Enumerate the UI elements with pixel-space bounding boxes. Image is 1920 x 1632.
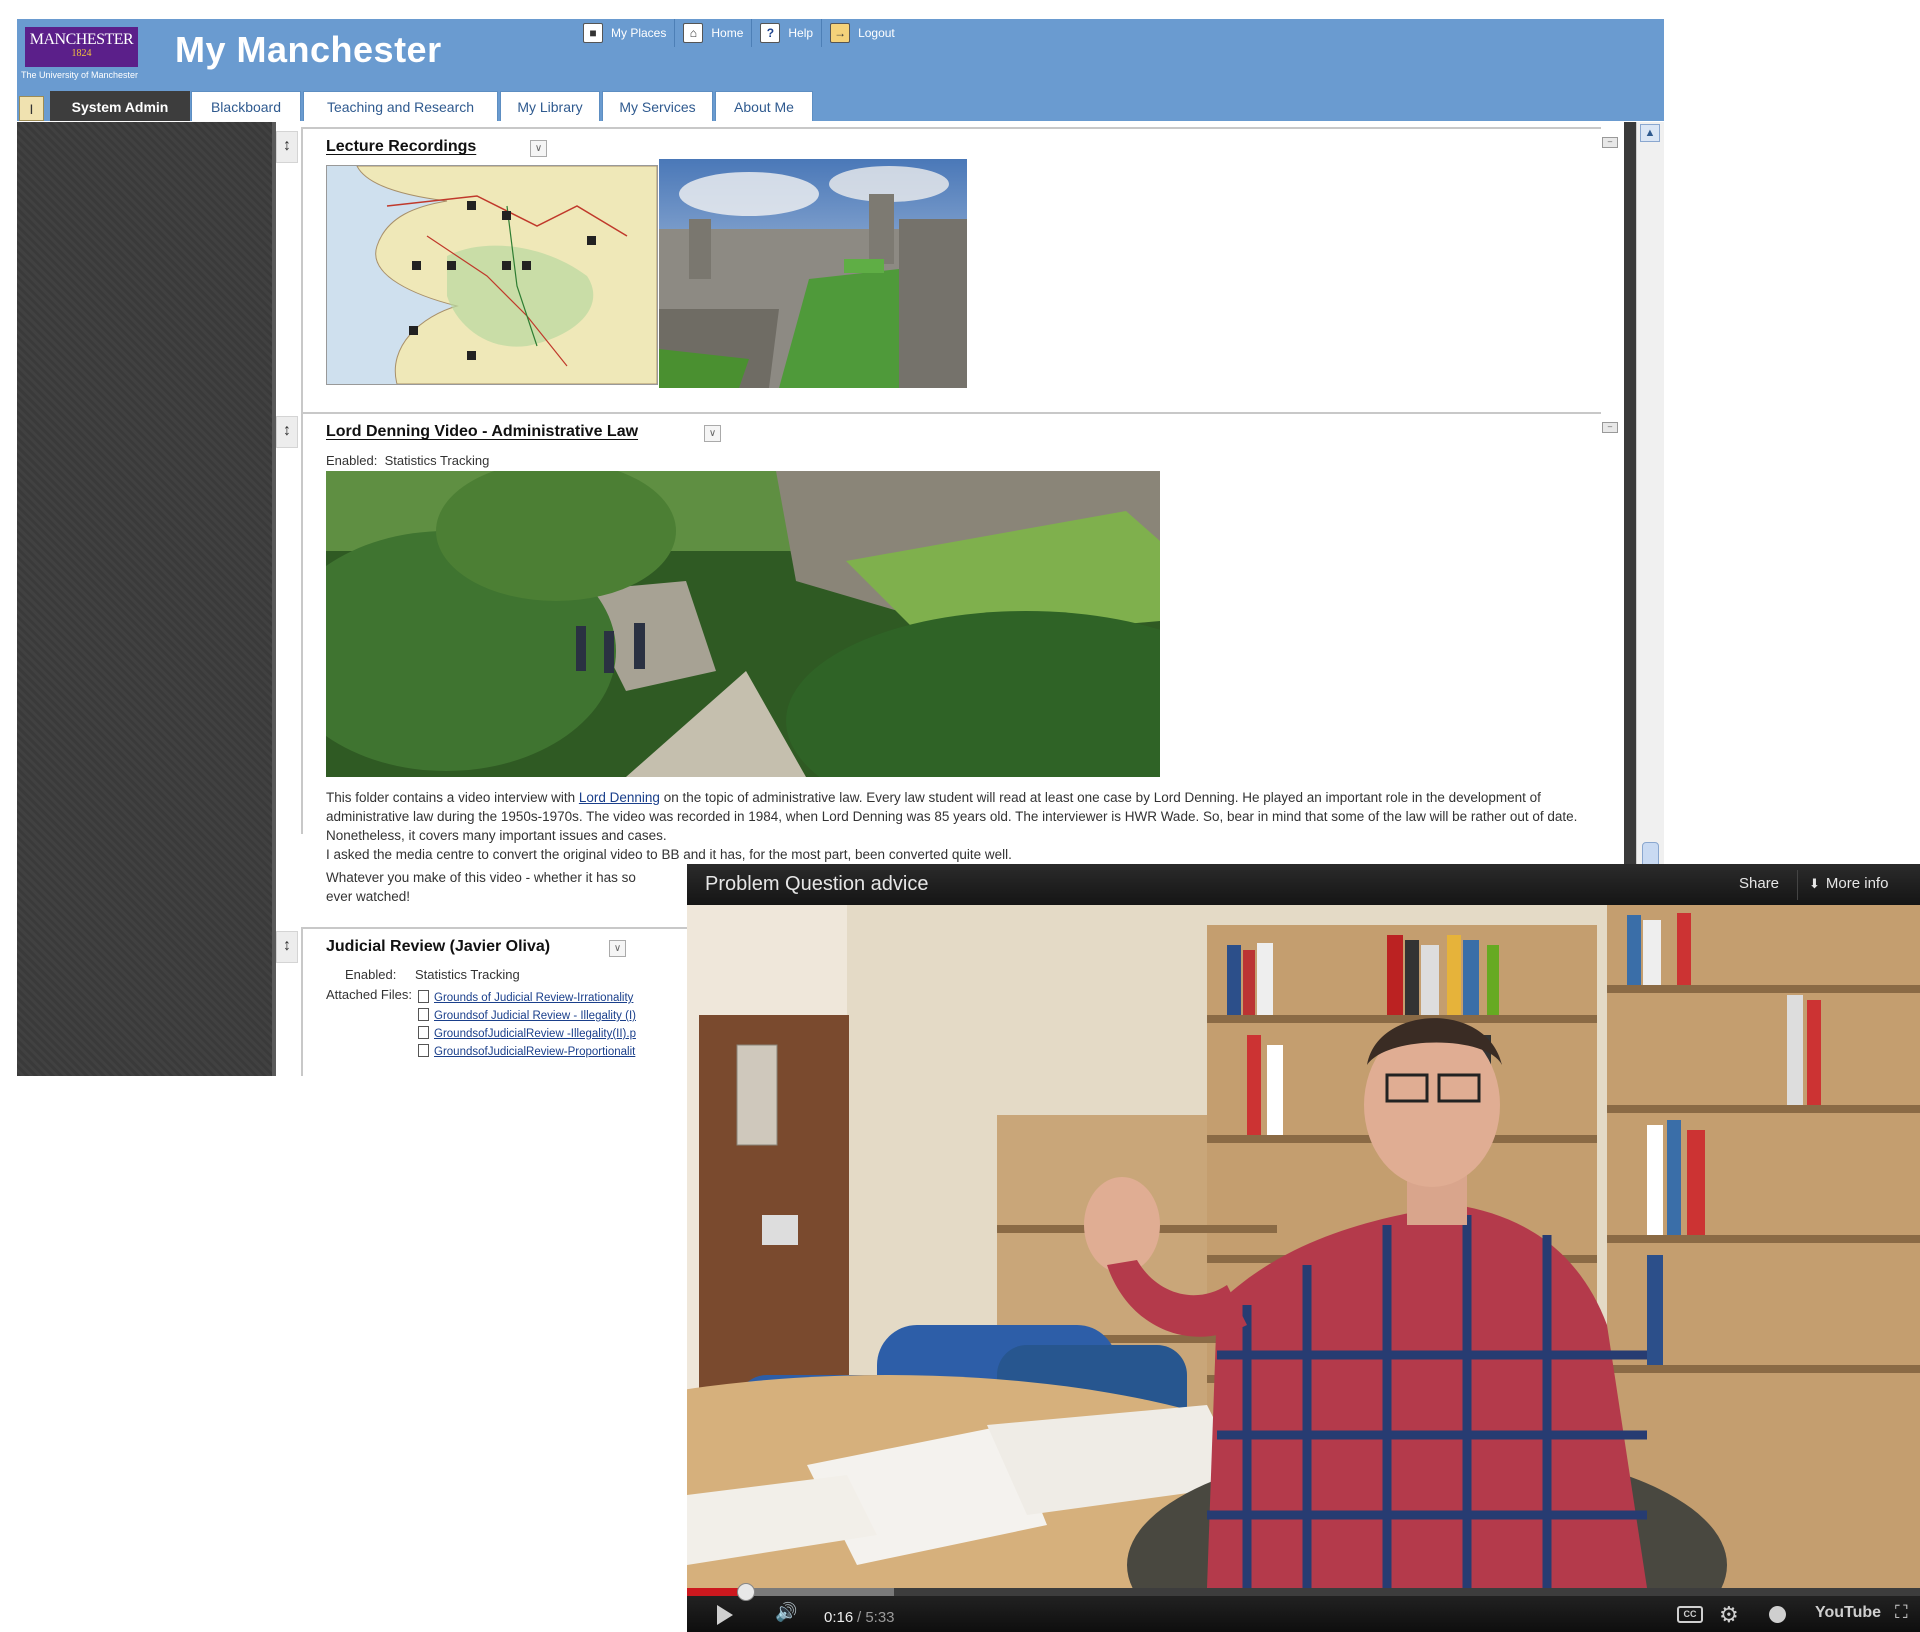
university-logo[interactable]: MANCHESTER 1824 bbox=[25, 27, 138, 67]
settings-icon[interactable]: ⚙ bbox=[1719, 1602, 1739, 1628]
module-menu-icon[interactable]: ∨ bbox=[530, 140, 547, 157]
volume-icon[interactable]: 🔊 bbox=[775, 1602, 797, 1623]
help-icon: ? bbox=[760, 23, 781, 43]
progress-scrubber[interactable] bbox=[737, 1583, 755, 1601]
module-left-border bbox=[301, 412, 303, 834]
module-title[interactable]: Judicial Review (Javier Oliva) bbox=[326, 938, 550, 956]
logout-icon: → bbox=[830, 23, 851, 43]
top-link-label: My Places bbox=[611, 26, 667, 40]
enabled-status: Enabled: Statistics Tracking bbox=[326, 453, 489, 468]
tab-my-services[interactable]: My Services bbox=[602, 91, 713, 121]
file-icon bbox=[418, 1044, 429, 1057]
file-icon bbox=[418, 1008, 429, 1021]
portal-header: MANCHESTER 1824 The University of Manche… bbox=[17, 19, 1664, 89]
tab-blackboard[interactable]: Blackboard bbox=[191, 91, 301, 121]
video-title[interactable]: Problem Question advice bbox=[705, 873, 928, 896]
module-divider bbox=[301, 412, 1601, 414]
time-total: / 5:33 bbox=[857, 1609, 895, 1626]
player-title-bar: Problem Question advice Share ⬇ More info bbox=[687, 864, 1920, 905]
youtube-logo[interactable]: YouTube bbox=[1815, 1604, 1881, 1622]
file-name: Groundsof Judicial Review - Illegality (… bbox=[434, 1010, 636, 1022]
module-divider bbox=[301, 127, 1601, 129]
captions-icon[interactable]: CC bbox=[1677, 1606, 1703, 1623]
tab-teaching-and-research[interactable]: Teaching and Research bbox=[303, 91, 498, 121]
more-info-button[interactable]: ⬇ More info bbox=[1809, 875, 1888, 892]
building-icon: ■ bbox=[583, 23, 603, 43]
top-link-help[interactable]: ? Help bbox=[751, 19, 821, 47]
video-player[interactable]: Problem Question advice Share ⬇ More info bbox=[687, 864, 1920, 1632]
drag-handle-icon[interactable]: ↕ bbox=[276, 931, 298, 963]
attached-file-link[interactable]: GroundsofJudicialReview -Illegality(II).… bbox=[418, 1026, 636, 1040]
attached-files-label: Attached Files: bbox=[326, 987, 412, 1002]
attached-file-link[interactable]: Grounds of Judicial Review-Irrationality bbox=[418, 990, 633, 1004]
description-paragraph-1: This folder contains a video interview w… bbox=[326, 788, 1596, 845]
left-column bbox=[17, 122, 272, 1076]
watch-later-icon[interactable] bbox=[1769, 1606, 1786, 1623]
chevron-down-icon: ⬇ bbox=[1809, 876, 1820, 891]
tab-my-library[interactable]: My Library bbox=[500, 91, 600, 121]
scroll-up-icon[interactable]: ▲ bbox=[1640, 124, 1660, 142]
minimize-icon[interactable]: – bbox=[1602, 422, 1618, 433]
drag-handle-icon[interactable]: ↕ bbox=[276, 416, 298, 448]
time-current: 0:16 bbox=[824, 1609, 854, 1626]
video-frame[interactable] bbox=[687, 905, 1920, 1588]
description-paragraph-2: I asked the media centre to convert the … bbox=[326, 847, 1012, 862]
top-link-label: Logout bbox=[858, 26, 895, 40]
lord-denning-link[interactable]: Lord Denning bbox=[579, 790, 660, 805]
castle-ruins-photo bbox=[326, 471, 1160, 777]
customize-layout-icon[interactable]: I bbox=[19, 96, 44, 121]
minimize-icon[interactable]: – bbox=[1602, 137, 1618, 148]
module-left-border bbox=[301, 127, 303, 422]
more-info-label: More info bbox=[1825, 875, 1889, 892]
home-icon: ⌂ bbox=[683, 23, 704, 43]
enabled-value: Statistics Tracking bbox=[384, 453, 490, 468]
logo-year: 1824 bbox=[71, 48, 92, 59]
description-text: This folder contains a video interview w… bbox=[326, 790, 579, 805]
enabled-label: Enabled: bbox=[326, 453, 378, 468]
attached-file-link[interactable]: Groundsof Judicial Review - Illegality (… bbox=[418, 1008, 636, 1022]
module-menu-icon[interactable]: ∨ bbox=[704, 425, 721, 442]
top-link-home[interactable]: ⌂ Home bbox=[674, 19, 751, 47]
file-icon bbox=[418, 1026, 429, 1039]
module-lecture-recordings: ↕ Lecture Recordings ∨ – bbox=[276, 122, 1624, 422]
file-name: GroundsofJudicialReview -Illegality(II).… bbox=[434, 1028, 636, 1040]
attached-file-link[interactable]: GroundsofJudicialReview-Proportionalit bbox=[418, 1044, 635, 1058]
file-name: GroundsofJudicialReview-Proportionalit bbox=[434, 1046, 636, 1058]
enabled-value: Statistics Tracking bbox=[415, 967, 520, 982]
logo-name: MANCHESTER bbox=[29, 31, 134, 48]
module-title[interactable]: Lecture Recordings bbox=[326, 138, 476, 156]
castle-photo bbox=[659, 159, 967, 388]
file-icon bbox=[418, 990, 429, 1003]
site-title: My Manchester bbox=[175, 29, 442, 70]
tab-system-admin[interactable]: System Admin bbox=[50, 91, 190, 121]
top-links: ■ My Places ⌂ Home ? Help → Logout bbox=[575, 19, 903, 47]
top-link-label: Help bbox=[788, 26, 814, 40]
divider bbox=[1797, 870, 1798, 900]
play-icon[interactable] bbox=[717, 1605, 733, 1625]
file-name: Grounds of Judicial Review-Irrationality bbox=[434, 992, 634, 1004]
module-left-border bbox=[301, 927, 303, 1076]
logo-university-text: The University of Manchester bbox=[21, 70, 139, 80]
top-link-logout[interactable]: → Logout bbox=[821, 19, 903, 47]
module-title[interactable]: Lord Denning Video - Administrative Law bbox=[326, 423, 638, 441]
top-link-label: Home bbox=[711, 26, 744, 40]
module-lord-denning: ↕ Lord Denning Video - Administrative La… bbox=[276, 407, 1624, 922]
drag-handle-icon[interactable]: ↕ bbox=[276, 131, 298, 163]
enabled-label: Enabled: bbox=[345, 967, 397, 982]
module-menu-icon[interactable]: ∨ bbox=[609, 940, 626, 957]
top-link-my-places[interactable]: ■ My Places bbox=[575, 19, 674, 47]
tab-about-me[interactable]: About Me bbox=[715, 91, 813, 121]
share-button[interactable]: Share bbox=[1739, 875, 1779, 892]
map-image bbox=[326, 165, 658, 385]
fullscreen-icon[interactable]: ⛶ bbox=[1895, 1602, 1908, 1623]
